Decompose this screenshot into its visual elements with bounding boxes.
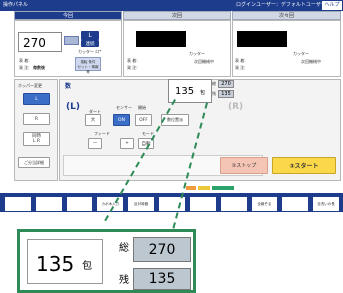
hopper-same-button[interactable]: 同時 L R: [23, 132, 50, 146]
current-count-box: 270: [18, 32, 62, 52]
bottom-button-7[interactable]: [219, 196, 248, 212]
column-current: 今回: [14, 11, 122, 20]
feed-label: フィード: [94, 131, 110, 136]
bottom-button-1[interactable]: [34, 196, 63, 212]
small-remain-value: 135: [218, 90, 234, 98]
left-mark: (L): [66, 102, 80, 112]
column-after-next: 次々回: [232, 11, 341, 20]
feed-plus-button[interactable]: +: [120, 138, 134, 149]
sensor-off-button[interactable]: OFF: [135, 114, 152, 126]
zoom-count-box: 135 包: [27, 239, 103, 284]
next-panel: カッター 表 着: 発 注: 次回機械中: [123, 20, 231, 77]
small-total-value: 270: [218, 80, 234, 88]
after-next-count-box: [237, 31, 287, 47]
hopper-l-button[interactable]: L: [23, 93, 50, 105]
count-label: 数: [65, 83, 72, 90]
help-button[interactable]: ヘルプ: [322, 1, 342, 10]
zoom-remain-value: 135: [133, 268, 191, 290]
next-status: 次回機械中: [194, 59, 214, 64]
status-tag-orange: [186, 186, 196, 190]
zoom-callout: 135 包 総 270 残 135: [17, 229, 196, 293]
mode-badge[interactable]: L: [81, 31, 99, 40]
zoom-total-label: 総: [119, 243, 129, 254]
stop-button[interactable]: ③ストップ: [220, 157, 268, 174]
mode-sub-badge[interactable]: 連続: [81, 40, 99, 47]
small-remain-label: 残: [212, 91, 216, 96]
after-next-field-a: 表 着:: [235, 58, 246, 63]
field-a-label: 表 着:: [19, 58, 30, 63]
bottom-button-0[interactable]: [4, 196, 32, 212]
small-count-unit: 包: [200, 90, 206, 96]
bottom-button-2[interactable]: [65, 196, 94, 212]
bottom-button-9[interactable]: [281, 196, 310, 212]
bottom-button-10[interactable]: 全洗いの長: [312, 196, 340, 212]
feed-minus-button[interactable]: —: [88, 138, 102, 149]
right-mark: (R): [228, 102, 244, 112]
start-button[interactable]: ③スタート: [272, 157, 336, 174]
start-label: 開始: [138, 105, 146, 110]
after-next-status: 次回機械中: [301, 59, 321, 64]
status-tag-green: [212, 186, 234, 190]
bottom-button-4[interactable]: 反対時器: [127, 196, 156, 212]
zoom-remain-label: 残: [119, 275, 129, 286]
field-b-value: 毎数後: [33, 65, 45, 70]
hopper-r-button[interactable]: R: [23, 113, 50, 125]
bottom-button-row: カボ木入力 反対時器 全報ぞる 全洗いの長: [4, 196, 340, 212]
app-header: 操作パネル ログインユーザー：デフォルトユーザー ヘルプ: [0, 0, 343, 11]
field-b-label: 発 注:: [19, 65, 30, 70]
after-next-field-b: 発 注:: [235, 65, 246, 70]
zoom-total-value: 270: [133, 237, 191, 262]
bottom-button-6[interactable]: [188, 196, 217, 212]
column-next: 次回: [123, 11, 231, 20]
next-field-a: 表 着:: [127, 58, 138, 63]
counter-label: カッター ロ*: [78, 49, 102, 54]
after-next-panel: カッター 表 着: 発 注: 次回機械中: [232, 20, 341, 77]
sensor-label: センサー: [116, 105, 132, 110]
status-tag-yellow: [198, 186, 210, 190]
big-button[interactable]: 大: [85, 114, 101, 126]
zoom-count-unit: 包: [82, 261, 92, 272]
next-cutter-label: カッター: [189, 51, 205, 56]
current-panel: 270 L 連続 カッター ロ* 表 着: 発 注: 毎数後 運転 条件 セット…: [14, 20, 122, 77]
current-count: 270: [23, 36, 46, 50]
settings-button[interactable]: 運転 条件 セット・情報等: [75, 57, 101, 74]
detail-button[interactable]: ご分当詳細: [18, 157, 50, 168]
hopper-title: ホッパー変更: [18, 83, 42, 88]
after-next-cutter-label: カッター: [293, 51, 309, 56]
login-user: ログインユーザー：デフォルトユーザー: [236, 2, 326, 8]
next-field-b: 発 注:: [127, 65, 138, 70]
barcode-icon: [64, 36, 79, 45]
sensor-on-button[interactable]: ON: [113, 114, 130, 126]
app-title: 操作パネル: [3, 2, 29, 8]
next-count-box: [136, 31, 186, 47]
small-count-value: 135: [175, 86, 195, 97]
zoom-count-value: 135: [36, 252, 75, 276]
small-total-label: 総: [212, 81, 216, 86]
bottom-button-8[interactable]: 全報ぞる: [250, 196, 279, 212]
hopper-panel: ホッパー変更 L R 同時 L R ご分当詳細: [14, 79, 58, 181]
